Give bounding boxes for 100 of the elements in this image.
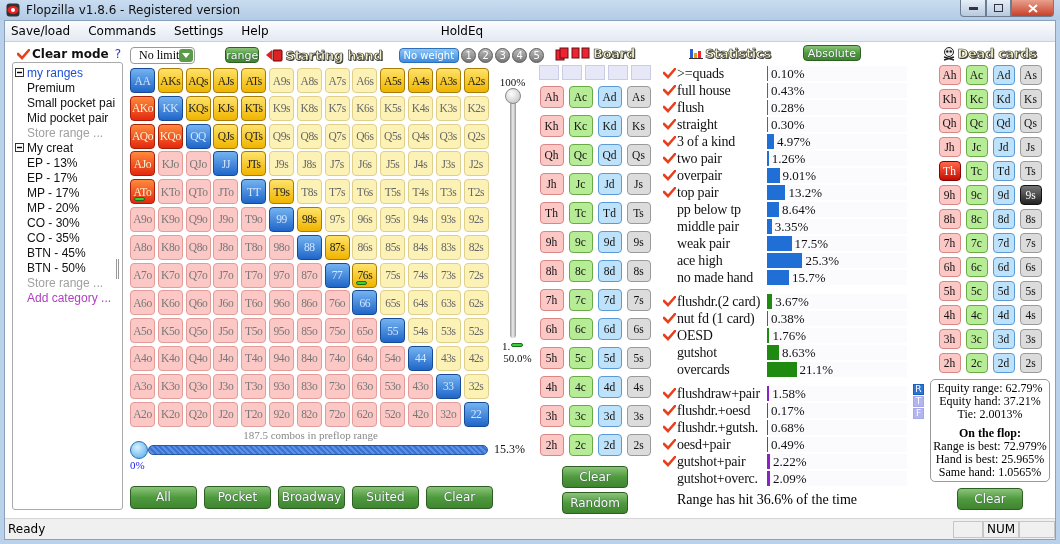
- card-button[interactable]: Ts: [626, 202, 651, 224]
- hand-cell[interactable]: J7o: [213, 262, 239, 288]
- check-icon[interactable]: [663, 439, 676, 450]
- card-button[interactable]: 2c: [965, 353, 988, 373]
- card-button[interactable]: Kc: [568, 115, 593, 137]
- hand-cell[interactable]: Q9o: [185, 207, 211, 232]
- card-button[interactable]: 6h: [938, 257, 961, 277]
- hand-cell[interactable]: 65s: [380, 290, 406, 316]
- card-button[interactable]: 6s: [1019, 257, 1042, 277]
- card-button[interactable]: 3s: [626, 405, 651, 427]
- card-button[interactable]: 4c: [965, 305, 988, 325]
- hand-cell[interactable]: 83o: [296, 373, 322, 399]
- hand-cell[interactable]: K5o: [157, 318, 183, 344]
- card-button[interactable]: 5h: [539, 347, 564, 369]
- hand-cell[interactable]: 75o: [324, 318, 350, 344]
- card-button[interactable]: 2s: [626, 434, 651, 456]
- hand-cell[interactable]: 87s: [324, 234, 350, 260]
- hand-cell[interactable]: 74s: [407, 262, 433, 288]
- hand-cell[interactable]: KTo: [157, 179, 183, 205]
- hand-cell[interactable]: J9o: [213, 207, 239, 232]
- hand-cell[interactable]: QTs: [241, 123, 267, 149]
- collapse-icon[interactable]: [15, 143, 24, 152]
- check-icon[interactable]: [663, 388, 676, 399]
- hand-cell[interactable]: KJo: [157, 151, 183, 177]
- hand-cell[interactable]: QQ: [185, 123, 211, 149]
- slider-thumb[interactable]: [130, 440, 148, 459]
- weight-button[interactable]: 2: [478, 47, 494, 63]
- card-button[interactable]: 7s: [626, 289, 651, 311]
- hand-cell[interactable]: 87o: [296, 262, 322, 288]
- hand-cell[interactable]: T4o: [241, 345, 267, 371]
- card-button[interactable]: As: [626, 86, 651, 108]
- hand-cell[interactable]: Q5s: [380, 123, 406, 149]
- card-button[interactable]: Qh: [539, 144, 564, 166]
- hand-cell[interactable]: J6s: [352, 151, 378, 177]
- hand-cell[interactable]: J4o: [213, 345, 239, 371]
- hand-cell[interactable]: 93s: [435, 207, 461, 232]
- card-button[interactable]: Td: [597, 202, 622, 224]
- card-button[interactable]: 5c: [965, 281, 988, 301]
- card-button[interactable]: 9c: [568, 231, 593, 253]
- hand-cell[interactable]: 32s: [463, 373, 489, 399]
- hand-cell[interactable]: T7o: [241, 262, 267, 288]
- hand-cell[interactable]: T2o: [241, 401, 267, 427]
- hand-cell[interactable]: K5s: [380, 95, 406, 121]
- hand-cell[interactable]: 54o: [380, 345, 406, 371]
- check-icon[interactable]: [663, 405, 676, 416]
- hand-cell[interactable]: 96s: [352, 207, 378, 232]
- minimize-button[interactable]: [960, 0, 986, 17]
- hand-cell[interactable]: T3s: [435, 179, 461, 205]
- collapse-icon[interactable]: [15, 68, 24, 77]
- card-button[interactable]: 7h: [938, 233, 961, 253]
- hand-cell[interactable]: ATs: [241, 68, 267, 93]
- hand-cell[interactable]: J2s: [463, 151, 489, 177]
- card-button[interactable]: As: [1019, 65, 1042, 85]
- card-button[interactable]: Th: [938, 161, 961, 181]
- range-item[interactable]: BTN - 45%: [27, 245, 86, 260]
- range-item[interactable]: CO - 30%: [27, 215, 80, 230]
- card-button[interactable]: Kh: [539, 115, 564, 137]
- range-item[interactable]: Mid pocket pair: [27, 110, 109, 125]
- hand-cell[interactable]: 96o: [269, 290, 294, 316]
- hand-cell[interactable]: Q8s: [296, 123, 322, 149]
- hand-cell[interactable]: 97o: [269, 262, 294, 288]
- absolute-button[interactable]: Absolute: [802, 45, 861, 61]
- filter-button[interactable]: Suited: [352, 485, 419, 509]
- card-button[interactable]: 7d: [597, 289, 622, 311]
- hand-cell[interactable]: 32o: [435, 401, 461, 427]
- card-button[interactable]: 9d: [597, 231, 622, 253]
- check-icon[interactable]: [663, 68, 676, 79]
- card-button[interactable]: 2d: [597, 434, 622, 456]
- range-item[interactable]: EP - 13%: [27, 155, 78, 170]
- hand-cell[interactable]: K6s: [352, 95, 378, 121]
- hand-cell[interactable]: 72s: [463, 262, 489, 288]
- card-button[interactable]: Jc: [965, 137, 988, 157]
- hand-cell[interactable]: QJs: [213, 123, 239, 149]
- hand-cell[interactable]: AA: [130, 68, 155, 93]
- hand-cell[interactable]: K7s: [324, 95, 350, 121]
- hand-cell[interactable]: 53o: [380, 373, 406, 399]
- card-button[interactable]: 4s: [626, 376, 651, 398]
- hand-cell[interactable]: QTo: [185, 179, 211, 205]
- hand-cell[interactable]: A7o: [130, 262, 155, 288]
- check-icon[interactable]: [663, 153, 676, 164]
- hand-cell[interactable]: 76o: [324, 290, 350, 316]
- weight-button[interactable]: 3: [495, 47, 511, 63]
- check-icon[interactable]: [663, 85, 676, 96]
- range-item[interactable]: BTN - 50%: [27, 260, 86, 275]
- card-button[interactable]: 4h: [938, 305, 961, 325]
- filter-button[interactable]: All: [130, 485, 197, 509]
- hand-cell[interactable]: K4s: [407, 95, 433, 121]
- check-icon[interactable]: [663, 187, 676, 198]
- hand-cell[interactable]: 74o: [324, 345, 350, 371]
- card-button[interactable]: Ts: [1019, 161, 1042, 181]
- filter-button[interactable]: Clear: [426, 485, 493, 509]
- range-item[interactable]: CO - 35%: [27, 230, 80, 245]
- check-icon[interactable]: [663, 422, 676, 433]
- hand-cell[interactable]: 53s: [435, 318, 461, 344]
- card-button[interactable]: Qd: [597, 144, 622, 166]
- random-button[interactable]: Random: [562, 492, 628, 514]
- hand-cell[interactable]: 75s: [380, 262, 406, 288]
- hand-cell[interactable]: A6o: [130, 290, 155, 316]
- hand-cell[interactable]: 22: [463, 401, 489, 427]
- hand-cell[interactable]: A5s: [380, 68, 406, 93]
